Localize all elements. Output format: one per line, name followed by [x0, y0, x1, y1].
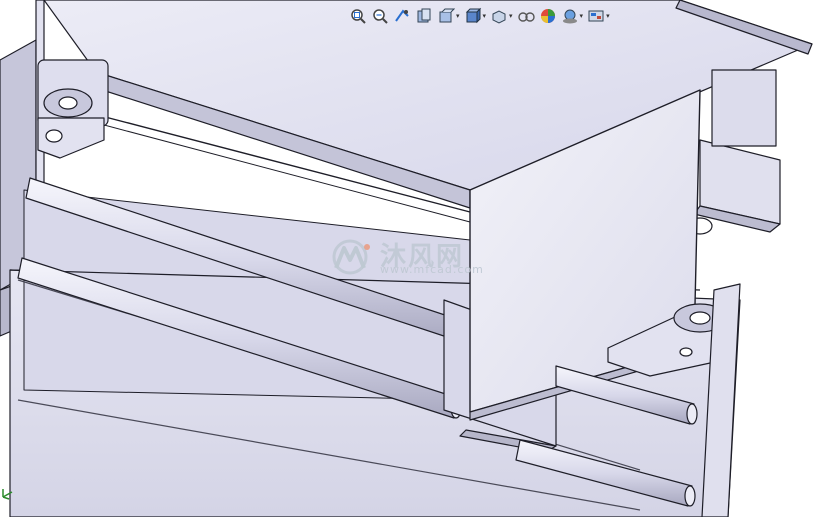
- previous-view-icon: [395, 9, 409, 22]
- display-style-icon: [492, 10, 506, 24]
- previous-view-button[interactable]: [392, 5, 412, 27]
- apply-scene-icon: [562, 9, 577, 24]
- right-upper-pulley-housing: [711, 69, 777, 147]
- view-orientation-button[interactable]: ▾: [463, 5, 488, 27]
- left-mount-hole: [45, 129, 63, 143]
- chevron-down-icon[interactable]: ▾: [509, 12, 513, 20]
- chevron-down-icon[interactable]: ▾: [606, 12, 610, 20]
- apply-scene-button[interactable]: ▾: [560, 5, 585, 27]
- watermark: 沐风网 www.mfcad.com: [330, 236, 500, 280]
- left-pulley-hub: [58, 96, 78, 110]
- watermark-url: www.mfcad.com: [380, 263, 484, 276]
- right-lower-pulley-hub: [689, 311, 711, 325]
- right-bracket-hole: [679, 347, 693, 357]
- hide-show-items-button[interactable]: [516, 5, 536, 27]
- chevron-down-icon[interactable]: ▾: [456, 12, 460, 20]
- hide-show-items-icon: [517, 12, 535, 22]
- zoom-to-fit-icon: [351, 9, 366, 24]
- guide-rod-right-upper-end: [686, 403, 698, 425]
- guide-rod-right-lower-end: [684, 485, 696, 507]
- edit-appearance-icon: [540, 9, 555, 23]
- chevron-down-icon[interactable]: ▾: [580, 12, 584, 20]
- display-style-button[interactable]: ▾: [489, 5, 514, 27]
- zoom-to-area-icon: [373, 9, 388, 24]
- section-view-button[interactable]: [414, 5, 434, 27]
- view-orientation-icon: [465, 7, 481, 24]
- reference-triad-icon: [2, 489, 13, 500]
- chevron-down-icon[interactable]: ▾: [483, 12, 487, 20]
- dynamic-annotation-views-button[interactable]: ▾: [436, 5, 461, 27]
- view-settings-icon: [588, 10, 604, 22]
- dynamic-annotation-views-icon: [439, 8, 455, 23]
- mfcad-logo-icon: [332, 239, 370, 275]
- heads-up-view-toolbar: ▾ ▾ ▾ ▾ ▾: [348, 4, 611, 28]
- graphics-viewport[interactable]: ▾ ▾ ▾ ▾ ▾ 沐风网 www.mfcad.com: [0, 0, 820, 517]
- section-view-icon: [417, 8, 431, 23]
- zoom-to-area-button[interactable]: [370, 5, 390, 27]
- view-settings-button[interactable]: ▾: [586, 5, 611, 27]
- edit-appearance-button[interactable]: [538, 5, 558, 27]
- zoom-to-fit-button[interactable]: [348, 5, 368, 27]
